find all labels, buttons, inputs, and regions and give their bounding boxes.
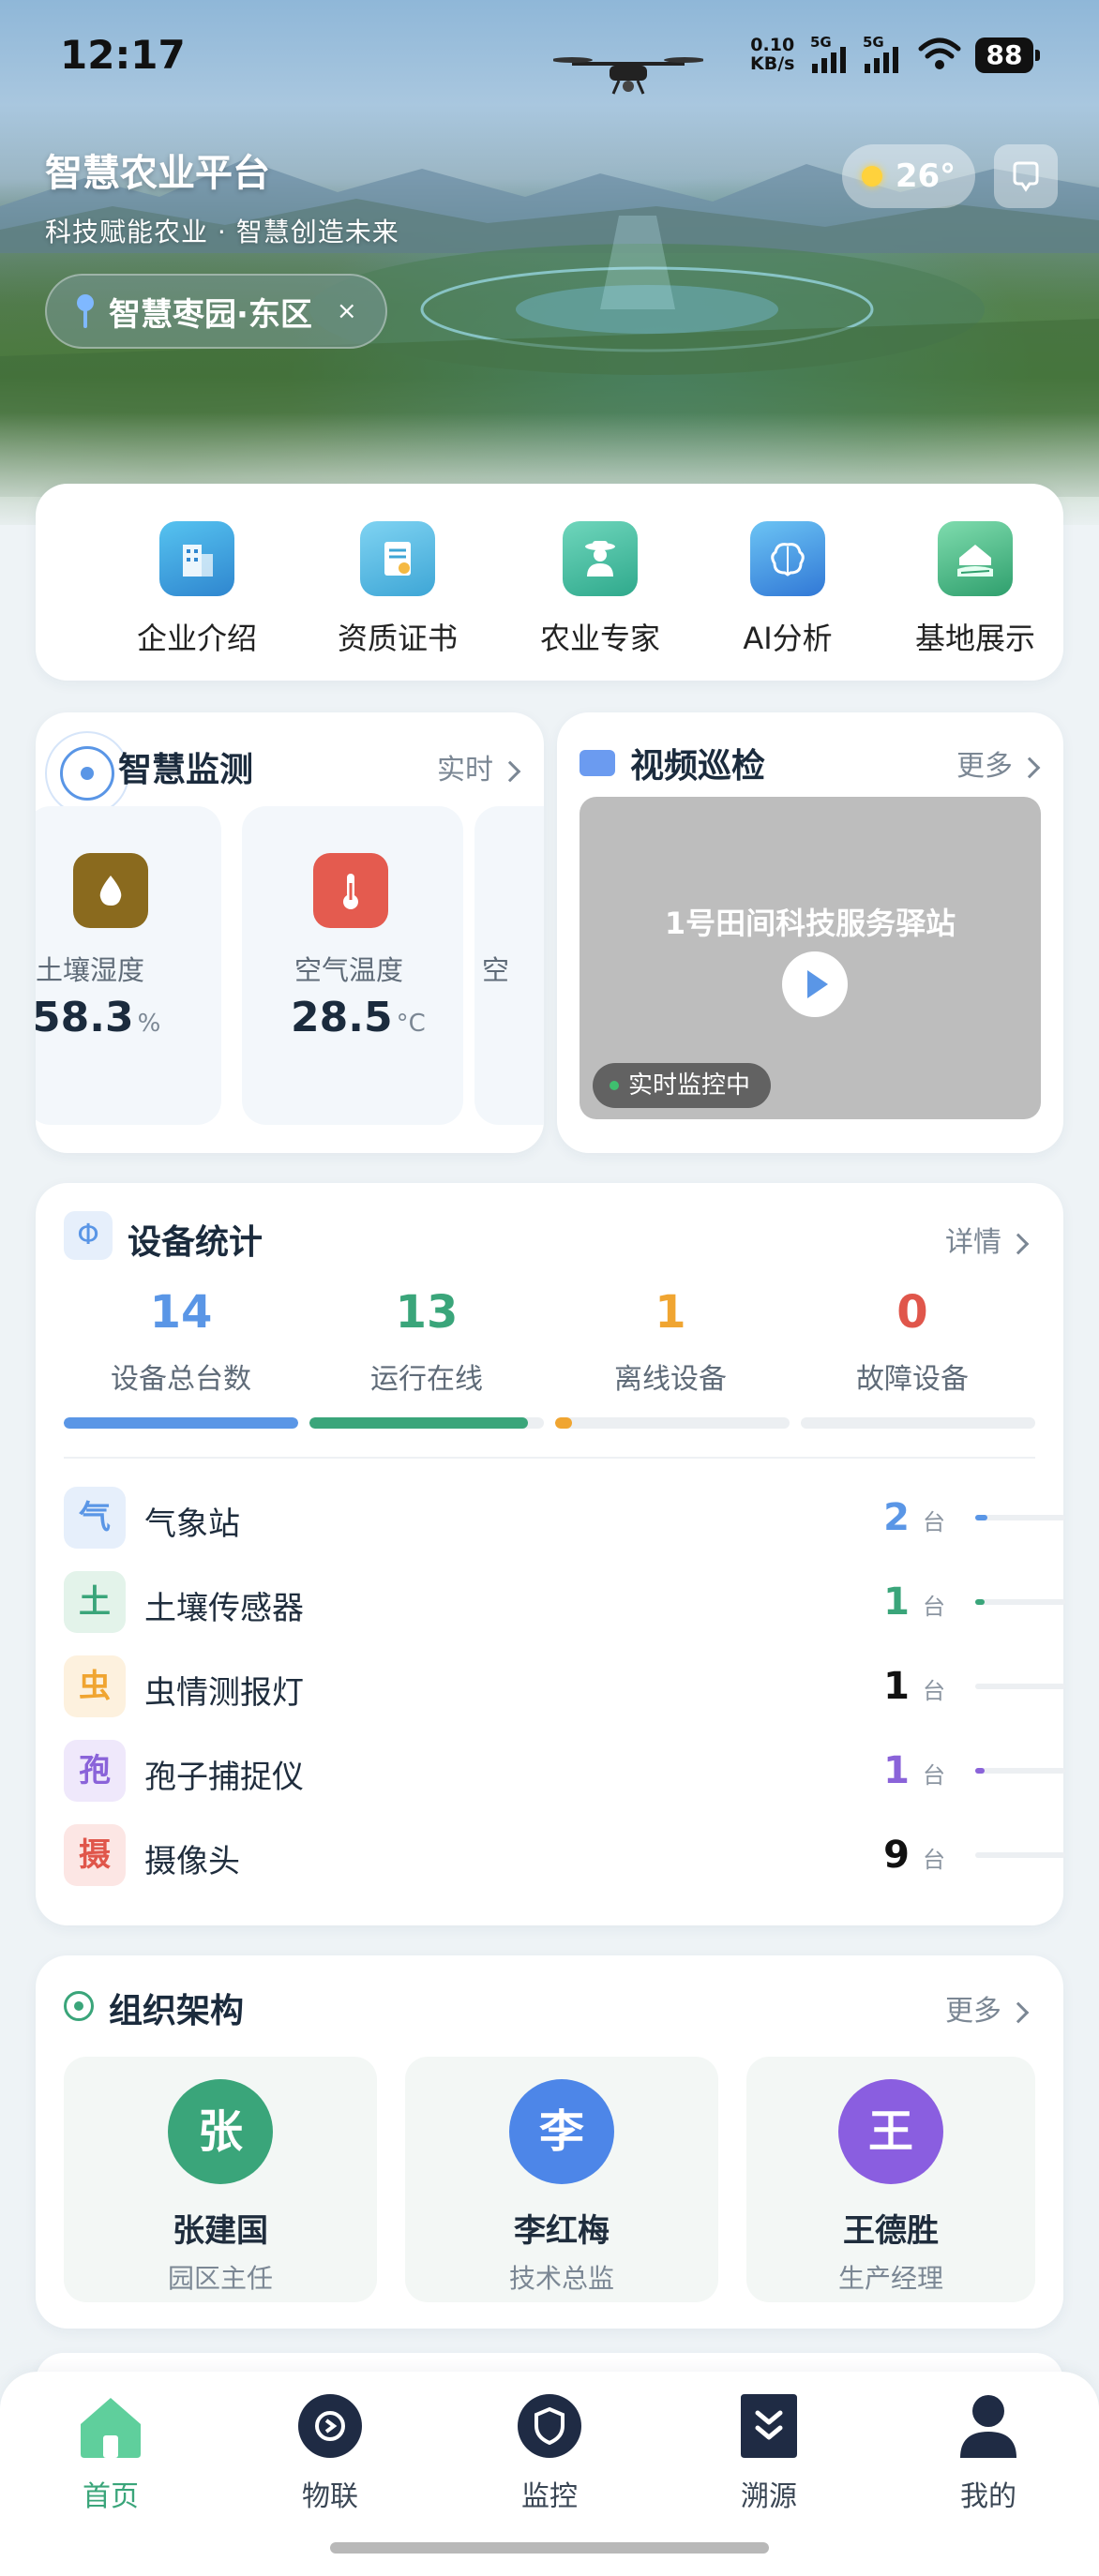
quick-action-company[interactable]: 企业介绍	[103, 521, 291, 658]
video-title: 视频巡检	[630, 747, 766, 786]
network-speed: 0.10 KB/s	[750, 35, 795, 74]
avatar: 王	[838, 2079, 943, 2184]
monitor-realtime-link[interactable]: 实时	[437, 746, 521, 787]
tab-iot[interactable]: 物联	[255, 2390, 405, 2514]
iot-icon	[294, 2390, 366, 2462]
sun-icon	[861, 166, 882, 187]
equipment-stats-card: Φ 设备统计 详情 14 设备总台数 13 运行在线 1 离线设备 0 故障设备…	[36, 1183, 1065, 1925]
stat-bar	[555, 1417, 790, 1429]
message-button[interactable]	[994, 144, 1058, 208]
person-card[interactable]: 李 李红梅 技术总监	[405, 2057, 718, 2302]
chevron-right-icon	[1018, 756, 1041, 778]
expert-icon	[563, 521, 638, 596]
equipment-icon: Φ	[64, 1211, 113, 1260]
equipment-detail-link[interactable]: 详情	[945, 1219, 1030, 1260]
video-more-link[interactable]: 更多	[956, 742, 1041, 784]
location-pin-icon	[77, 294, 94, 328]
video-player[interactable]: 1号田间科技服务驿站 实时监控中	[580, 797, 1041, 1119]
live-status-badge: 实时监控中	[593, 1063, 772, 1108]
spore-trap-icon: 孢	[64, 1740, 126, 1802]
app-subtitle: 科技赋能农业 · 智慧创造未来	[45, 217, 399, 247]
video-station-name: 1号田间科技服务驿站	[664, 906, 956, 941]
stat-fault: 0 故障设备	[856, 1286, 969, 1396]
tab-home[interactable]: 首页	[36, 2390, 186, 2514]
org-structure-card: 组织架构 更多 张 张建国 园区主任 李 李红梅 技术总监 王 王德胜 生产经理	[36, 1955, 1063, 2329]
org-icon	[64, 1991, 94, 2021]
trace-icon	[733, 2390, 805, 2462]
sensor-tile-soil-humidity[interactable]: 土壤湿度 58.3%	[36, 806, 221, 1125]
person-card[interactable]: 张 张建国 园区主任	[64, 2057, 377, 2302]
quick-action-certificate[interactable]: 资质证书	[304, 521, 491, 658]
air-temperature-value: 28.5	[291, 994, 393, 1041]
equipment-row[interactable]: 气 气象站 2 台	[64, 1485, 1065, 1550]
location-close-icon[interactable]: ×	[337, 297, 357, 325]
signal-5g-icon: 5G	[810, 34, 846, 73]
soil-sensor-icon: 土	[64, 1571, 126, 1633]
water-drop-icon	[73, 853, 148, 928]
building-icon	[159, 521, 234, 596]
camera-icon: 摄	[64, 1824, 126, 1886]
stat-bar	[309, 1417, 544, 1429]
chevron-right-icon	[1007, 2001, 1030, 2023]
svg-text:5G: 5G	[863, 34, 884, 51]
app-title: 智慧农业平台	[45, 152, 270, 195]
certificate-icon	[360, 521, 435, 596]
quick-action-expert[interactable]: 农业专家	[506, 521, 694, 658]
stat-online: 13 运行在线	[370, 1286, 483, 1396]
stat-bar	[64, 1417, 298, 1429]
equipment-row[interactable]: 虫 虫情测报灯 1 台	[64, 1654, 1065, 1719]
status-time: 12:17	[60, 32, 186, 78]
stat-offline: 1 离线设备	[614, 1286, 727, 1396]
equipment-row[interactable]: 摄 摄像头 9 台	[64, 1822, 1065, 1888]
video-icon	[580, 750, 615, 776]
thermometer-icon	[313, 853, 388, 928]
sensor-tile-air-temperature[interactable]: 空气温度 28.5 °C	[242, 806, 463, 1125]
equipment-row[interactable]: 土 土壤传感器 1 台	[64, 1569, 1065, 1635]
play-icon[interactable]	[782, 951, 848, 1017]
equipment-row[interactable]: 孢 孢子捕捉仪 1 台	[64, 1738, 1065, 1804]
shield-icon	[514, 2390, 585, 2462]
tab-trace[interactable]: 溯源	[694, 2390, 844, 2514]
monitor-target-icon	[60, 746, 114, 801]
insect-lamp-icon: 虫	[64, 1655, 126, 1717]
battery-indicator: 88	[975, 37, 1040, 73]
stat-total: 14 设备总台数	[111, 1286, 251, 1396]
avatar: 李	[509, 2079, 614, 2184]
avatar: 张	[168, 2079, 273, 2184]
home-icon	[75, 2390, 146, 2462]
chat-icon	[1013, 161, 1039, 192]
monitor-title: 智慧监测	[118, 751, 254, 789]
weather-badge[interactable]: 26°	[842, 144, 975, 208]
video-patrol-card: 视频巡检 更多 1号田间科技服务驿站 实时监控中	[557, 712, 1063, 1153]
status-bar: 12:17 0.10 KB/s 5G 5G 88	[0, 0, 1099, 112]
wifi-icon	[918, 37, 961, 69]
sensor-tile-partial[interactable]: 空	[474, 806, 544, 1125]
chevron-right-icon	[499, 760, 521, 782]
location-name: 智慧枣园·东区	[109, 295, 312, 334]
user-icon	[953, 2390, 1024, 2462]
brain-icon	[750, 521, 825, 596]
chevron-right-icon	[1007, 1233, 1030, 1254]
location-selector[interactable]: 智慧枣园·东区 ×	[45, 274, 387, 349]
equipment-title: 设备统计	[128, 1223, 263, 1262]
tab-monitor[interactable]: 监控	[474, 2390, 625, 2514]
home-indicator	[330, 2542, 769, 2554]
greenhouse-icon	[938, 521, 1013, 596]
stat-bar	[801, 1417, 1035, 1429]
smart-monitor-card: 智慧监测 实时 土壤湿度 58.3% 空气温度 28.5 °C 空	[36, 712, 544, 1153]
person-card[interactable]: 王 王德胜 生产经理	[746, 2057, 1035, 2302]
quick-action-base[interactable]: 基地展示	[881, 521, 1069, 658]
weather-station-icon: 气	[64, 1487, 126, 1549]
org-title: 组织架构	[109, 1992, 245, 2030]
quick-action-ai[interactable]: AI分析	[694, 521, 881, 658]
soil-humidity-value: 58.3	[36, 994, 134, 1041]
signal-5g-icon: 5G	[863, 34, 898, 73]
tab-profile[interactable]: 我的	[913, 2390, 1063, 2514]
quick-actions-card: 企业介绍 资质证书 农业专家 AI分析 基地展示	[36, 484, 1063, 681]
temperature: 26°	[895, 157, 956, 195]
svg-text:5G: 5G	[810, 34, 832, 51]
org-more-link[interactable]: 更多	[945, 1987, 1030, 2029]
